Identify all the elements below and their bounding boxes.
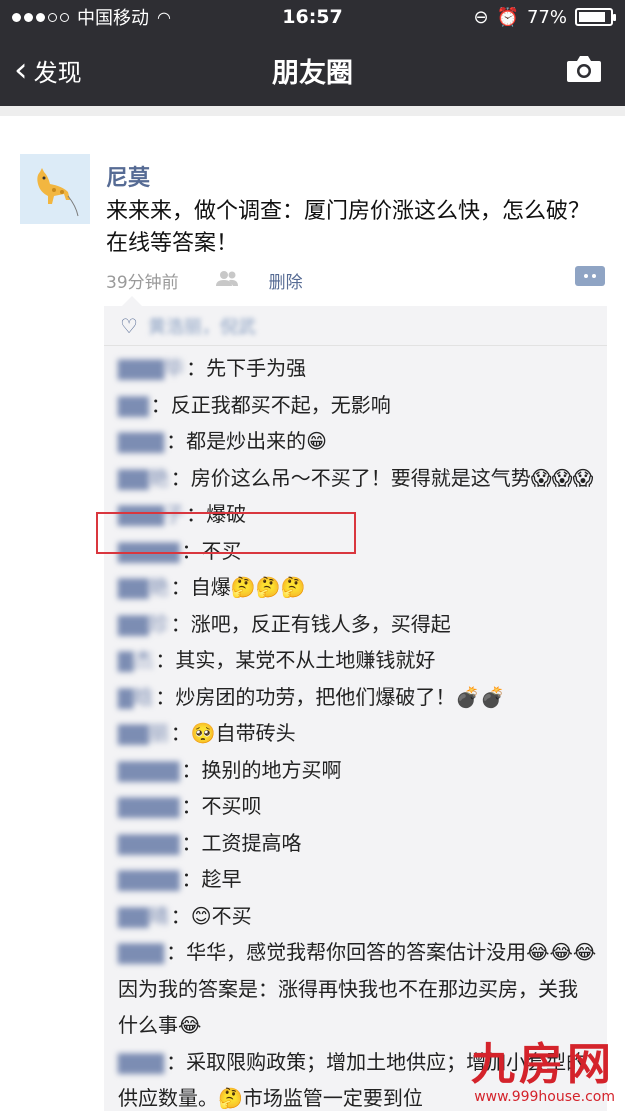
comment-text: 自爆🤔🤔🤔 xyxy=(190,575,306,599)
likes-row: ♡ 黄浩丽，倪武 xyxy=(104,306,607,346)
comment-separator: ： xyxy=(170,721,191,745)
comment-author[interactable]: ▇▇▇▇ xyxy=(118,794,180,818)
comment-separator: ： xyxy=(181,867,202,891)
people-icon[interactable] xyxy=(215,270,239,291)
comment-separator: ： xyxy=(166,1049,187,1074)
comment-text: 炒房团的功劳，把他们爆破了！💣💣 xyxy=(175,684,506,709)
comment-row[interactable]: ▇▇▇▇ ：换别的地方买啊 xyxy=(104,752,607,789)
comment-separator: ： xyxy=(170,903,191,928)
comment-text: 房价这么吊～不买了！要得就是这气势😱😱😱 xyxy=(190,465,594,490)
comment-separator: ： xyxy=(155,684,176,709)
comment-text: 😊不买 xyxy=(190,903,252,928)
watermark: 九房网 www.999house.com xyxy=(471,1039,615,1106)
comment-text: 其实，某党不从土地赚钱就好 xyxy=(175,648,436,672)
comment-text: 趁早 xyxy=(201,867,242,891)
comment-more-button[interactable] xyxy=(575,266,605,286)
wifi-icon: ◠ xyxy=(157,7,171,27)
camera-icon[interactable] xyxy=(565,54,603,84)
back-label: 发现 xyxy=(33,58,82,87)
comment-row[interactable]: ▇▇▇ ：华华，感觉我帮你回答的答案估计没用😂😂😂因为我的答案是：涨得再快我也不在… xyxy=(104,934,607,1044)
comment-separator: ： xyxy=(150,392,171,417)
comment-row[interactable]: ▇▇丽 ：🥺自带砖头 xyxy=(104,715,607,752)
comment-separator: ： xyxy=(166,429,187,453)
comment-text: 反正我都买不起，无影响 xyxy=(170,392,391,417)
comment-row[interactable]: ▇▇艳 ：自爆🤔🤔🤔 xyxy=(104,569,607,606)
comment-row[interactable]: ▇▇晴 ：😊不买 xyxy=(104,898,607,935)
battery-percent: 77% xyxy=(526,6,567,28)
nav-bar: ‹ 发现 朋友圈 xyxy=(0,34,625,106)
likes-names[interactable]: 黄浩丽，倪武 xyxy=(148,313,256,339)
comment-separator: ： xyxy=(181,757,202,782)
comment-row[interactable]: ▇▇艳 ：房价这么吊～不买了！要得就是这气势😱😱😱 xyxy=(104,460,607,497)
comment-row[interactable]: ▇晗 ：炒房团的功劳，把他们爆破了！💣💣 xyxy=(104,679,607,716)
comment-separator: ： xyxy=(181,830,202,855)
comment-text: 都是炒出来的😁 xyxy=(186,429,328,453)
battery-icon xyxy=(575,8,616,26)
comment-separator: ： xyxy=(170,611,191,636)
delete-button[interactable]: 删除 xyxy=(269,268,303,293)
comment-separator: ： xyxy=(170,465,191,490)
heart-icon: ♡ xyxy=(120,313,138,338)
comment-author[interactable]: ▇▇ xyxy=(118,393,149,417)
giraffe-avatar-icon xyxy=(20,154,90,224)
comment-author[interactable]: ▇▇艳 xyxy=(118,466,169,490)
comment-author[interactable]: ▇杰 xyxy=(118,648,153,672)
comment-author[interactable]: ▇▇▇▇ xyxy=(118,867,180,891)
comment-separator: ： xyxy=(166,940,187,964)
comment-row[interactable]: ▇▇珍 ：涨吧，反正有钱人多，买得起 xyxy=(104,606,607,643)
watermark-logo: 九房网 xyxy=(471,1039,615,1090)
status-bar: 中国移动 ◠ 16:57 ⊖ ⏰ 77% xyxy=(0,0,625,34)
moment-post: 尼莫 来来来，做个调查：厦门房价涨这么快，怎么破？在线等答案！ 39分钟前 删除… xyxy=(0,106,625,1111)
comment-row[interactable]: ▇▇▇ ：都是炒出来的😁 xyxy=(104,423,607,460)
comment-row[interactable]: ▇▇ ：反正我都买不起，无影响 xyxy=(104,387,607,424)
post-meta: 39分钟前 删除 xyxy=(106,268,303,293)
comment-text: 不买呗 xyxy=(201,794,262,818)
back-button[interactable]: ‹ 发现 xyxy=(0,53,82,88)
comment-author[interactable]: ▇晗 xyxy=(118,685,153,709)
comment-area: ♡ 黄浩丽，倪武 ▇▇▇毕 ：先下手为强 ▇▇ ：反正我都买不起，无影响 ▇▇▇ ：都是炒… xyxy=(104,296,607,1111)
comment-author[interactable]: ▇▇▇ xyxy=(118,940,164,964)
comment-author[interactable]: ▇▇晴 xyxy=(118,904,169,928)
comment-text: 工资提高咯 xyxy=(201,830,302,855)
comment-text: 🥺自带砖头 xyxy=(190,721,296,745)
comment-separator: ： xyxy=(186,356,207,380)
comment-row[interactable]: ▇▇▇▇ ：不买呗 xyxy=(104,788,607,825)
comment-author[interactable]: ▇▇丽 xyxy=(118,721,169,745)
comment-separator: ： xyxy=(170,575,191,599)
comment-text: 涨吧，反正有钱人多，买得起 xyxy=(190,611,451,636)
comment-separator: ： xyxy=(181,794,202,818)
comment-separator: ： xyxy=(155,648,176,672)
alarm-icon: ⏰ xyxy=(496,6,519,28)
comment-text: 华华，感觉我帮你回答的答案估计没用😂😂😂因为我的答案是：涨得再快我也不在那边买房… xyxy=(118,940,597,1037)
page-title: 朋友圈 xyxy=(272,57,353,89)
comment-author[interactable]: ▇▇▇毕 xyxy=(118,356,184,380)
highlight-annotation-box xyxy=(96,512,356,554)
top-bar: 中国移动 ◠ 16:57 ⊖ ⏰ 77% ‹ 发现 朋友圈 xyxy=(0,0,625,106)
comment-author[interactable]: ▇▇珍 xyxy=(118,612,169,636)
signal-icon xyxy=(12,12,69,22)
comment-list: ▇▇▇毕 ：先下手为强 ▇▇ ：反正我都买不起，无影响 ▇▇▇ ：都是炒出来的😁 ▇▇艳 ：房… xyxy=(104,346,607,1111)
comment-row[interactable]: ▇▇▇毕 ：先下手为强 xyxy=(104,350,607,387)
comment-row[interactable]: ▇▇▇▇ ：工资提高咯 xyxy=(104,825,607,862)
comment-row[interactable]: ▇▇▇▇ ：趁早 xyxy=(104,861,607,898)
post-content: 来来来，做个调查：厦门房价涨这么快，怎么破？在线等答案！ xyxy=(106,199,591,256)
lock-rotation-icon: ⊖ xyxy=(473,6,489,28)
comment-author[interactable]: ▇▇▇ xyxy=(118,429,164,453)
comment-author[interactable]: ▇▇▇▇ xyxy=(118,758,180,782)
post-time: 39分钟前 xyxy=(106,273,179,293)
chevron-left-icon: ‹ xyxy=(14,50,28,90)
comment-author[interactable]: ▇▇▇ xyxy=(118,1050,164,1074)
comment-text: 换别的地方买啊 xyxy=(201,757,342,782)
comment-row[interactable]: ▇杰 ：其实，某党不从土地赚钱就好 xyxy=(104,642,607,679)
carrier-name: 中国移动 xyxy=(77,8,149,29)
watermark-url: www.999house.com xyxy=(474,1089,615,1105)
avatar[interactable] xyxy=(20,154,90,224)
comment-author[interactable]: ▇▇艳 xyxy=(118,575,169,599)
comment-author[interactable]: ▇▇▇▇ xyxy=(118,831,180,855)
comment-text: 先下手为强 xyxy=(206,356,307,380)
author-name[interactable]: 尼莫 xyxy=(106,160,150,192)
